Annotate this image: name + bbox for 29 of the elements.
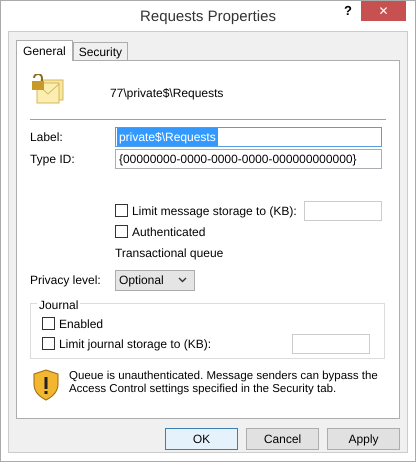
close-button[interactable]: ✕ [361, 1, 406, 21]
tab[interactable]: General [16, 40, 73, 61]
storage-field[interactable] [304, 200, 382, 220]
checkbox[interactable] [42, 337, 55, 350]
dialog-button[interactable]: OK [165, 428, 238, 450]
window-title: Requests Properties [140, 7, 276, 27]
field-label: Label: [30, 128, 64, 146]
transactional-label: Transactional queue [115, 244, 224, 262]
privacy-dropdown[interactable]: Optional [115, 270, 195, 290]
tab[interactable]: Security [72, 42, 128, 60]
checkbox[interactable] [115, 204, 128, 217]
privacy-label: Privacy level: [30, 272, 102, 289]
help-button[interactable]: ? [335, 1, 361, 21]
chevron-icon [178, 277, 187, 283]
locked-envelopes-icon [31, 74, 65, 106]
queue-path: 77\private$\Requests [110, 85, 224, 102]
checkbox-label: Limit message storage to (KB): [132, 202, 297, 220]
storage-field[interactable] [292, 334, 370, 354]
checkbox-label: Limit journal storage to (KB): [59, 336, 212, 352]
field-label: Type ID: [30, 150, 76, 168]
warning-message: Queue is unauthenticated. Message senders can bypass the Access Control settings specified in the Security tab. [69, 370, 379, 396]
dialog-button[interactable]: Cancel [246, 428, 319, 450]
checkbox[interactable] [115, 225, 128, 238]
dialog-button[interactable]: Apply [327, 428, 400, 450]
warning-shield-icon [33, 369, 59, 401]
checkbox-label: Authenticated [132, 224, 206, 240]
checkbox[interactable] [42, 317, 55, 330]
checkbox-label: Enabled [59, 316, 104, 332]
text-field[interactable]: {00000000-0000-0000-0000-000000000000} [115, 148, 382, 168]
